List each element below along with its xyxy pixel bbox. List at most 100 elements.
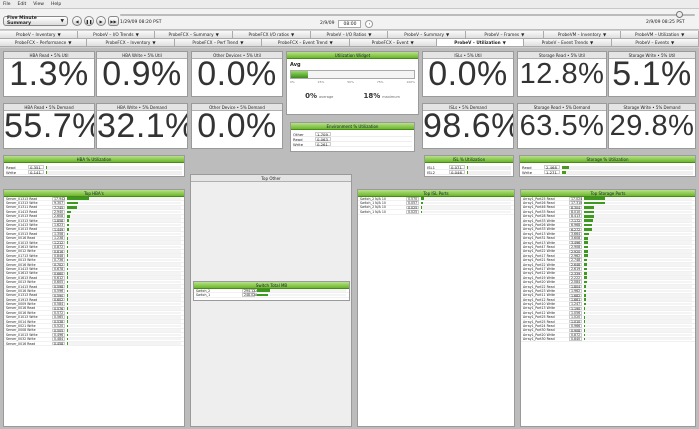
item-value: 1.190 <box>569 306 582 311</box>
item-label: Server_0014 Write <box>6 319 36 324</box>
item-value: 0.576 <box>52 306 65 311</box>
tab-row1-7[interactable]: ProbeVM – Inventory ▼ <box>543 31 622 38</box>
row-bar-fill <box>46 165 48 169</box>
forward-icon[interactable]: ▶ <box>96 16 106 26</box>
kpi-value: 12.8% <box>519 58 605 90</box>
item-bar-fill <box>584 311 586 315</box>
chevron-down-icon: ▼ <box>445 32 450 37</box>
row-label: Write <box>522 169 533 175</box>
item-label: Server_01313 Read <box>6 196 38 201</box>
row-bar <box>467 170 511 174</box>
item-bar-fill <box>67 333 68 337</box>
item-bar-fill <box>584 280 587 284</box>
kpi-value: 0.0% <box>197 107 277 145</box>
item-bar-fill <box>421 206 423 209</box>
current-time-field[interactable]: 08:00 <box>338 19 362 28</box>
item-label: Server_01513 Read <box>6 214 38 219</box>
kpi-value: 63.5% <box>519 110 605 142</box>
interval-select[interactable]: Five Minute Summary ▼ <box>3 16 68 26</box>
skip-end-icon[interactable]: ▶▶ <box>108 16 119 26</box>
item-bar-fill <box>584 236 589 240</box>
tab-row2-5[interactable]: ProbeV – Utilization ▼ <box>436 39 525 46</box>
item-bar <box>584 276 692 280</box>
row-bar-fill <box>467 165 468 169</box>
tab-label: ProbeFCX – Summary <box>168 32 214 37</box>
tab-row2-0[interactable]: ProbeFCX – Performance ▼ <box>0 39 88 46</box>
item-bar <box>67 324 181 328</box>
item-bar <box>67 267 181 271</box>
tab-row2-3[interactable]: ProbeFCX – Event Trend ▼ <box>262 39 350 46</box>
item-bar <box>584 298 692 301</box>
tab-row2-2[interactable]: ProbeFCX – Perf Trend ▼ <box>174 39 263 46</box>
tab-row1-0[interactable]: ProbeV – Inventory ▼ <box>0 31 78 38</box>
item-label: Array1_Port26 Write <box>523 223 556 228</box>
tab-row2-1[interactable]: ProbeFCX – Inventory ▼ <box>87 39 175 46</box>
storage-utilization-panel: Storage % Utilization Read 2.468 Write 1.27… <box>519 155 696 177</box>
range-start: 1/29/09 08:20 PST <box>120 20 162 25</box>
tab-row1-3[interactable]: ProbeFCX I/O ratios ▼ <box>233 31 311 38</box>
chevron-down-icon: ▼ <box>502 40 506 45</box>
list-item[interactable]: Switch_1 248.028 <box>194 293 349 298</box>
util-row: Write 0.141 <box>6 170 182 175</box>
tab-row1-6[interactable]: ProbeV – Frames ▼ <box>466 31 544 38</box>
row-value: 1.709 <box>315 132 331 136</box>
tab-row2-6[interactable]: ProbeV – Event Trends ▼ <box>524 39 612 46</box>
rewind-icon[interactable]: ◀ <box>72 16 82 26</box>
chevron-down-icon: ▼ <box>681 32 685 37</box>
item-label: Array1_Port20 Write <box>523 280 556 285</box>
tab-row1-4[interactable]: ProbeV – I/O Ratios ▼ <box>310 31 389 38</box>
item-label: Server_0016 Write <box>6 310 36 315</box>
item-bar <box>584 320 692 323</box>
item-value: 1.962 <box>569 289 582 294</box>
item-bar-fill <box>584 285 587 288</box>
maximum-value: 18% <box>363 92 381 100</box>
menu-help[interactable]: Help <box>51 2 61 7</box>
tab-label: ProbeV – I/O Ratios <box>326 32 367 37</box>
timeline-slider-thumb[interactable] <box>676 11 683 18</box>
item-value: 0.025 <box>406 205 419 210</box>
tab-row1-5[interactable]: ProbeV – Summary ▼ <box>388 31 467 38</box>
tab-label: ProbeFCX – Inventory <box>105 40 151 45</box>
tab-row1-1[interactable]: ProbeV – I/O Trends ▼ <box>77 31 156 38</box>
item-label: Array1_Port47 Read <box>523 245 555 249</box>
menu-file[interactable]: File <box>3 2 11 7</box>
item-bar-fill <box>584 276 587 280</box>
tab-row2-7[interactable]: ProbeV – Events ▼ <box>611 39 699 46</box>
pause-icon[interactable]: ❚❚ <box>84 16 94 26</box>
kpi-hba-write: HBA Write • 5% Util 0.9% <box>96 51 188 97</box>
item-value: 2.339 <box>569 271 582 276</box>
chevron-down-icon: ▼ <box>135 32 139 37</box>
item-label: Array1_Port25 Read <box>523 315 555 320</box>
menu-view[interactable]: View <box>33 2 44 7</box>
item-label: Array1_Port13 Write <box>523 306 556 311</box>
tab-row-bottom: ProbeFCX – Performance ▼ ProbeFCX – Invent… <box>0 39 699 47</box>
tab-row1-8[interactable]: ProbeVM – Utilization ▼ <box>621 31 699 38</box>
item-bar <box>584 285 692 288</box>
item-value: 0.816 <box>52 249 65 254</box>
tab-row2-4[interactable]: ProbeFCX – Event ▼ <box>349 39 437 46</box>
list-item[interactable]: Array1_Port30 Read 0.840 <box>521 337 695 342</box>
item-bar-fill <box>67 272 68 275</box>
tab-label: ProbeVM – Inventory <box>557 32 601 37</box>
tab-label: ProbeFCX – Event Trend <box>277 40 328 45</box>
item-value: 8.010 <box>569 210 582 215</box>
item-value: 0.584 <box>52 302 65 307</box>
item-label: Server_01413 Read <box>6 209 38 214</box>
menu-edit[interactable]: Edit <box>18 2 27 7</box>
item-label: Array1_Port31 Read <box>523 236 555 241</box>
item-bar <box>584 311 692 315</box>
chevron-down-icon: ▼ <box>368 32 372 37</box>
item-value: 3.664 <box>569 232 582 237</box>
time-stepper-icon[interactable]: ‹ <box>365 19 374 28</box>
list-item[interactable]: Server_0016 Read 0.458 <box>4 342 184 347</box>
item-label: Array1_Port26 Read <box>523 201 555 206</box>
item-value: 294.122 <box>242 288 258 293</box>
kpi-value: 1.3% <box>9 55 89 93</box>
panel-title: Storage % Utilization <box>520 156 695 163</box>
list-item[interactable]: Switch_1 N/A 10 0.025 <box>358 210 514 215</box>
item-bar-fill <box>67 320 68 323</box>
tab-row1-2[interactable]: ProbeFCX – Summary ▼ <box>155 31 234 38</box>
utilization-widget: Utilization Widget Avg 0% 25% 50% 75% 10… <box>286 51 419 115</box>
item-bar-fill <box>67 315 68 319</box>
timeline-slider[interactable] <box>120 14 695 16</box>
